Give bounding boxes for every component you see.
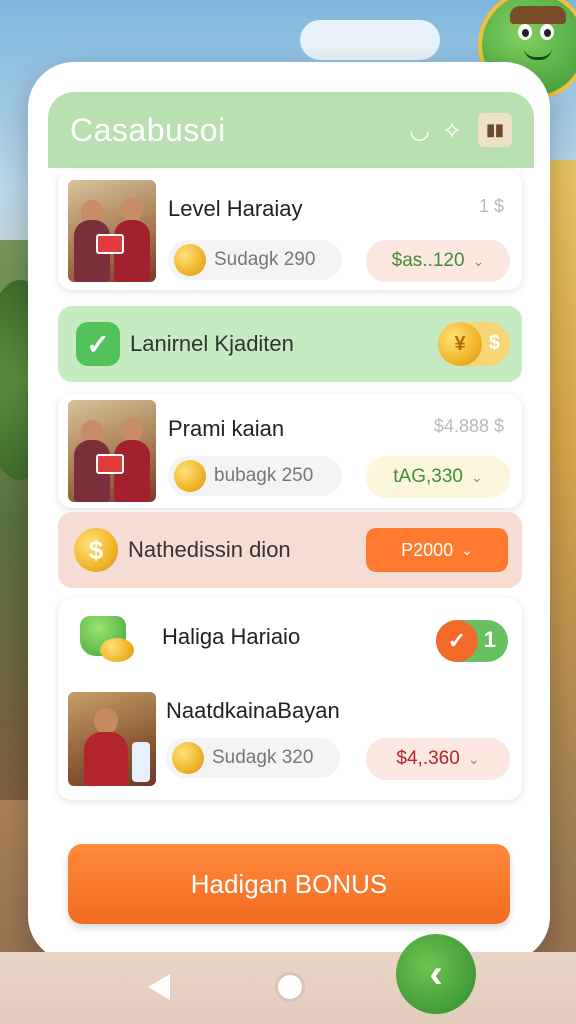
dollar-coin-icon: $ bbox=[74, 528, 118, 572]
app-title: Casabusoi bbox=[70, 111, 226, 148]
chevron-down-icon: ⌄ bbox=[461, 541, 473, 558]
dollar-icon: $ bbox=[488, 332, 500, 354]
coin-stack-icon bbox=[100, 638, 134, 662]
coin-pill: Sudagk 320 bbox=[166, 738, 340, 778]
coin-text: Sudagk 320 bbox=[212, 747, 314, 768]
banner-label: Nathedissin dion bbox=[128, 537, 291, 562]
chevron-down-icon: ⌄ bbox=[470, 468, 483, 485]
item-photo bbox=[68, 180, 156, 282]
share-icon[interactable]: ⟡ bbox=[444, 116, 460, 144]
task-count: 1 bbox=[483, 627, 496, 652]
coin-pill: Sudagk 290 bbox=[168, 240, 342, 280]
back-icon[interactable] bbox=[148, 974, 170, 1000]
coin-icon bbox=[174, 460, 206, 492]
search-icon[interactable]: ◡ bbox=[409, 116, 430, 145]
coin-icon: ¥ bbox=[438, 322, 482, 366]
amount-select-button[interactable]: P2000 ⌄ bbox=[366, 528, 508, 572]
item-title: Prami kaian bbox=[168, 416, 285, 441]
phone-frame: Casabusoi ◡ ⟡ ▮▮ Level Haraiay 1 $ Sudag… bbox=[28, 62, 550, 962]
chevron-down-icon: ⌄ bbox=[467, 750, 480, 767]
check-icon: ✓ bbox=[76, 322, 120, 366]
list-item[interactable]: Prami kaian $4.888 $ bubagk 250 tAG,330 … bbox=[58, 394, 522, 508]
list-item[interactable]: Level Haraiay 1 $ Sudagk 290 $as..120 ⌄ bbox=[58, 170, 522, 290]
bag-icon[interactable]: ▮▮ bbox=[478, 113, 512, 147]
price-dropdown[interactable]: $as..120 ⌄ bbox=[366, 240, 510, 282]
item-meta: $4.888 $ bbox=[433, 416, 504, 436]
item-title: Level Haraiay bbox=[168, 196, 303, 221]
reward-banner[interactable]: ✓ Lanirnel Kjaditen ¥ $ bbox=[58, 306, 522, 382]
payment-banner[interactable]: $ Nathedissin dion P2000 ⌄ bbox=[58, 512, 522, 588]
back-arrow-icon[interactable]: ‹ bbox=[396, 934, 476, 1014]
check-icon: ✓ bbox=[436, 620, 478, 662]
coin-text: bubagk 250 bbox=[214, 465, 314, 486]
item-title: NaatdkainaBayan bbox=[166, 698, 340, 723]
app-header: Casabusoi ◡ ⟡ ▮▮ bbox=[48, 92, 534, 168]
price-value: $as..120 bbox=[391, 250, 465, 271]
price-dropdown[interactable]: $4,.360 ⌄ bbox=[366, 738, 510, 780]
item-meta: 1 $ bbox=[478, 196, 504, 216]
coin-toggle[interactable]: ¥ $ bbox=[438, 322, 510, 366]
price-dropdown[interactable]: tAG,330 ⌄ bbox=[366, 456, 510, 498]
price-value: tAG,330 bbox=[393, 466, 463, 487]
price-value: $4,.360 bbox=[396, 748, 460, 769]
coin-pill: bubagk 250 bbox=[168, 456, 342, 496]
chevron-down-icon: ⌄ bbox=[472, 252, 485, 269]
home-icon[interactable] bbox=[275, 972, 305, 1002]
coin-icon bbox=[172, 742, 204, 774]
background-cloud bbox=[300, 20, 440, 60]
amount-value: P2000 bbox=[401, 539, 454, 560]
coin-text: Sudagk 290 bbox=[214, 249, 316, 270]
item-photo bbox=[68, 400, 156, 502]
task-card[interactable]: Haliga Hariaio ✓ 1 NaatdkainaBayan Sudag… bbox=[58, 598, 522, 800]
coin-icon bbox=[174, 244, 206, 276]
bonus-button[interactable]: Hadigan BONUS bbox=[68, 844, 510, 924]
task-title: Haliga Hariaio bbox=[162, 624, 301, 649]
approve-toggle[interactable]: ✓ 1 bbox=[436, 620, 508, 662]
system-nav-bar bbox=[0, 952, 576, 1024]
banner-label: Lanirnel Kjaditen bbox=[130, 331, 294, 356]
item-photo bbox=[68, 692, 156, 786]
